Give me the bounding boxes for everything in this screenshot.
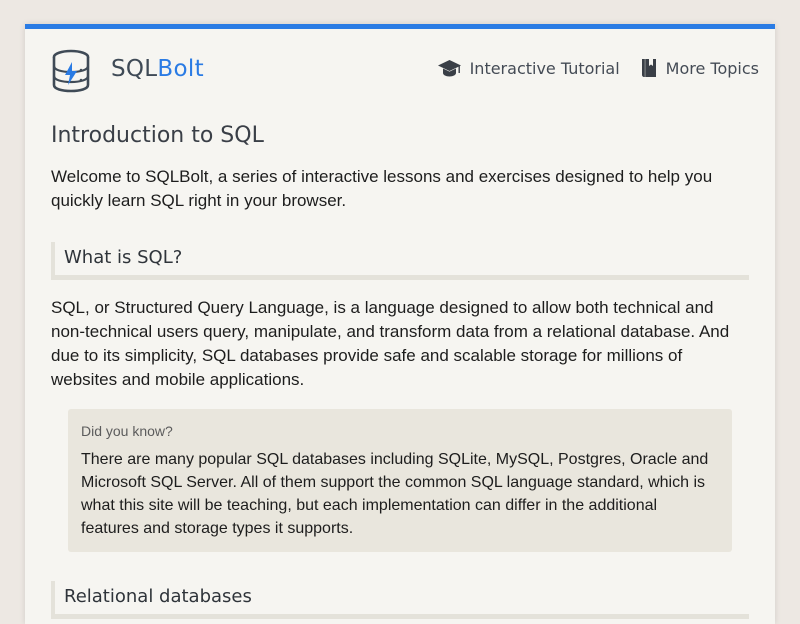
- brand-suffix: Bolt: [157, 56, 204, 82]
- page-title: Introduction to SQL: [51, 123, 264, 148]
- section-heading-what-is-sql: What is SQL?: [51, 242, 749, 280]
- section-heading-relational-databases: Relational databases: [51, 581, 749, 619]
- graduation-cap-icon: [437, 60, 461, 77]
- nav-interactive-tutorial[interactable]: Interactive Tutorial: [437, 58, 620, 78]
- callout-text: There are many popular SQL databases inc…: [81, 451, 709, 537]
- section-paragraph-what-is-sql: SQL, or Structured Query Language, is a …: [51, 298, 730, 389]
- top-nav: Interactive Tutorial More Topics: [417, 58, 759, 78]
- callout-label: Did you know?: [81, 423, 173, 439]
- nav-interactive-tutorial-label: Interactive Tutorial: [469, 58, 620, 78]
- book-icon: [641, 59, 656, 77]
- intro-paragraph: Welcome to SQLBolt, a series of interact…: [51, 167, 713, 210]
- did-you-know-callout: Did you know? There are many popular SQL…: [68, 409, 732, 552]
- main-content: Introduction to SQL Welcome to SQLBolt, …: [51, 121, 749, 619]
- nav-more-topics-label: More Topics: [665, 58, 759, 78]
- nav-more-topics[interactable]: More Topics: [640, 58, 759, 78]
- brand-logo[interactable]: SQLBolt: [111, 54, 204, 84]
- database-bolt-icon[interactable]: [51, 49, 91, 93]
- page-container: SQLBolt Interactive Tutorial More Topics: [25, 24, 775, 624]
- site-header: SQLBolt Interactive Tutorial More Topics: [25, 29, 775, 114]
- brand-prefix: SQL: [111, 56, 158, 82]
